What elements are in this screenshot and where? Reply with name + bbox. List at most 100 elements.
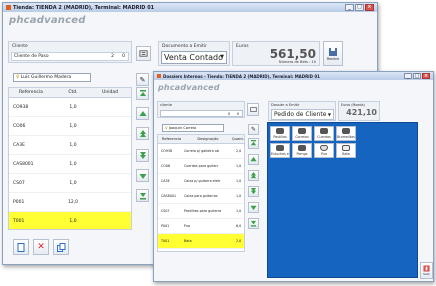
table-row[interactable]: CO938 Correia p/ gaiteira ob 2,0	[158, 144, 244, 159]
edit-button[interactable]: ✎	[248, 124, 259, 135]
col-reference[interactable]: Referencia	[158, 137, 184, 141]
pencil-icon: ✎	[250, 126, 257, 133]
receive-button[interactable]: Recibir	[323, 41, 343, 66]
maximize-button[interactable]: □	[355, 4, 364, 11]
app-icon	[6, 5, 11, 10]
seller-field[interactable]: ♀ Joaquin Correia	[162, 124, 224, 132]
table-row[interactable]: P001 Pua 6,0	[158, 219, 244, 234]
exit-icon	[423, 265, 430, 272]
phc-logo: phcadvanced	[158, 83, 220, 92]
client-label: cliente	[160, 103, 173, 107]
floppy-icon	[329, 47, 337, 56]
document-panel: Dossier a Emitir Pedido de Cliente ▼	[268, 101, 336, 121]
document-select[interactable]: Pedido de Cliente ▼	[271, 109, 334, 120]
col-quantity[interactable]: Quant.	[232, 137, 244, 141]
page-up-button[interactable]	[136, 127, 149, 140]
shirt-icon	[342, 145, 350, 151]
strings-icon	[320, 128, 328, 134]
pedal-icon	[298, 145, 306, 151]
close-button[interactable]: ×	[365, 4, 374, 11]
client-field[interactable]: 0 0	[160, 110, 243, 117]
client-search-button[interactable]	[247, 103, 259, 116]
document-label: Documento a Emitir	[162, 44, 208, 49]
arrow-bottom-icon	[139, 192, 146, 199]
document-icon	[17, 242, 25, 252]
table-row[interactable]: CO06 1,0	[9, 117, 131, 136]
table-row[interactable]: CS07 Pastilhas para guitarra 1,0	[158, 204, 244, 219]
total-panel: Euros 561,50 Número de Bets : 10	[232, 41, 320, 66]
category-panel: Pastillas Correias Cuerdas Bromelitas Es…	[267, 122, 418, 278]
copy-line-button[interactable]	[53, 239, 69, 255]
minimize-button[interactable]: _	[345, 4, 354, 11]
move-top-button[interactable]	[136, 87, 149, 100]
move-bottom-button[interactable]	[136, 189, 149, 202]
maximize-button[interactable]: □	[413, 73, 421, 79]
table-row[interactable]: P001 12,0	[9, 193, 131, 212]
table-row[interactable]: CS07 1,0	[9, 174, 131, 193]
pos-window-titlebar[interactable]: Tienda: TIENDA 2 (MADRID), Terminal: MAD…	[3, 3, 377, 12]
grid-header: Referencia Designação Quant.	[158, 135, 244, 144]
double-down-icon	[139, 151, 146, 159]
tool-icon	[342, 128, 350, 134]
page-up-button[interactable]	[248, 170, 259, 181]
total-label: Euros (Moeda)	[341, 103, 365, 107]
total-value: 561,50	[269, 47, 316, 61]
double-up-icon	[139, 129, 146, 137]
move-down-button[interactable]	[248, 202, 259, 213]
category-tile[interactable]: Estuches e	[270, 143, 290, 158]
move-bottom-button[interactable]	[248, 218, 259, 229]
category-tile[interactable]: Pastillas	[270, 126, 290, 141]
category-tile[interactable]: Bromelitas	[336, 126, 356, 141]
chevron-down-icon: ▼	[220, 54, 224, 60]
category-tile[interactable]: Pomgs	[292, 143, 312, 158]
table-row[interactable]: CO938 1,0	[9, 98, 131, 117]
move-up-button[interactable]	[248, 154, 259, 165]
edit-button[interactable]: ✎	[136, 73, 149, 86]
copy-icon	[56, 242, 65, 252]
arrow-top-icon	[139, 89, 146, 96]
minimize-button[interactable]: _	[404, 73, 412, 79]
dossier-window-titlebar[interactable]: Dossiers Internos - Tienda: TIENDA 2 (MA…	[154, 72, 433, 80]
user-icon: ♀	[165, 126, 168, 130]
dossier-window: Dossiers Internos - Tienda: TIENDA 2 (MA…	[153, 71, 434, 282]
client-panel: cliente 0 0	[157, 101, 245, 118]
total-label: Euros	[236, 44, 249, 49]
page-down-button[interactable]	[136, 149, 149, 162]
table-row[interactable]: CA3E 1,0	[9, 136, 131, 155]
client-field[interactable]: Cliente de Paso 2 0	[11, 52, 129, 61]
table-row-selected[interactable]: T001 Bata 2,0	[158, 234, 244, 249]
move-top-button[interactable]	[248, 138, 259, 149]
close-button[interactable]: ×	[422, 73, 430, 79]
case-icon	[276, 145, 284, 151]
move-down-button[interactable]	[136, 169, 149, 182]
client-n1: 2	[111, 54, 114, 59]
new-line-button[interactable]	[13, 239, 29, 255]
seller-field[interactable]: ♀ Luis Guillermo Madera	[13, 73, 91, 82]
user-icon: ♀	[16, 75, 20, 80]
category-tile[interactable]: Correias	[292, 126, 312, 141]
category-tile[interactable]: Cuerdas	[314, 126, 334, 141]
arrow-up-icon	[250, 156, 257, 162]
dossier-window-title: Dossiers Internos - Tienda: TIENDA 2 (MA…	[163, 73, 320, 79]
document-select[interactable]: Venta Contado Ma ▼	[161, 51, 227, 64]
page-down-button[interactable]	[248, 186, 259, 197]
col-qty[interactable]: Ctd.	[57, 90, 89, 95]
table-row[interactable]: CAS8001 Caixa para guitarras 1,0	[158, 189, 244, 204]
table-row[interactable]: CA3E Caixa p/ guitarra eletr 1,0	[158, 174, 244, 189]
arrow-bottom-icon	[250, 220, 257, 227]
arrow-top-icon	[250, 140, 257, 146]
col-designation[interactable]: Designação	[184, 137, 232, 141]
table-row-selected[interactable]: T001 1,0	[9, 212, 131, 229]
category-tile[interactable]: Bata	[336, 143, 356, 158]
category-tile[interactable]: Pua	[314, 143, 334, 158]
plectrum-icon	[320, 145, 328, 151]
exit-button[interactable]: Salir	[420, 262, 433, 279]
table-row[interactable]: CAS8001 1,0	[9, 155, 131, 174]
col-reference[interactable]: Referencia	[9, 90, 57, 95]
col-unit[interactable]: Unidad	[89, 90, 131, 95]
client-search-button[interactable]	[136, 46, 151, 61]
move-up-button[interactable]	[136, 107, 149, 120]
total-panel: Euros (Moeda) 421,10	[338, 101, 380, 121]
table-row[interactable]: CO06 Cuerdas para guitarr 1,0	[158, 159, 244, 174]
delete-line-button[interactable]: ✕	[33, 239, 49, 255]
